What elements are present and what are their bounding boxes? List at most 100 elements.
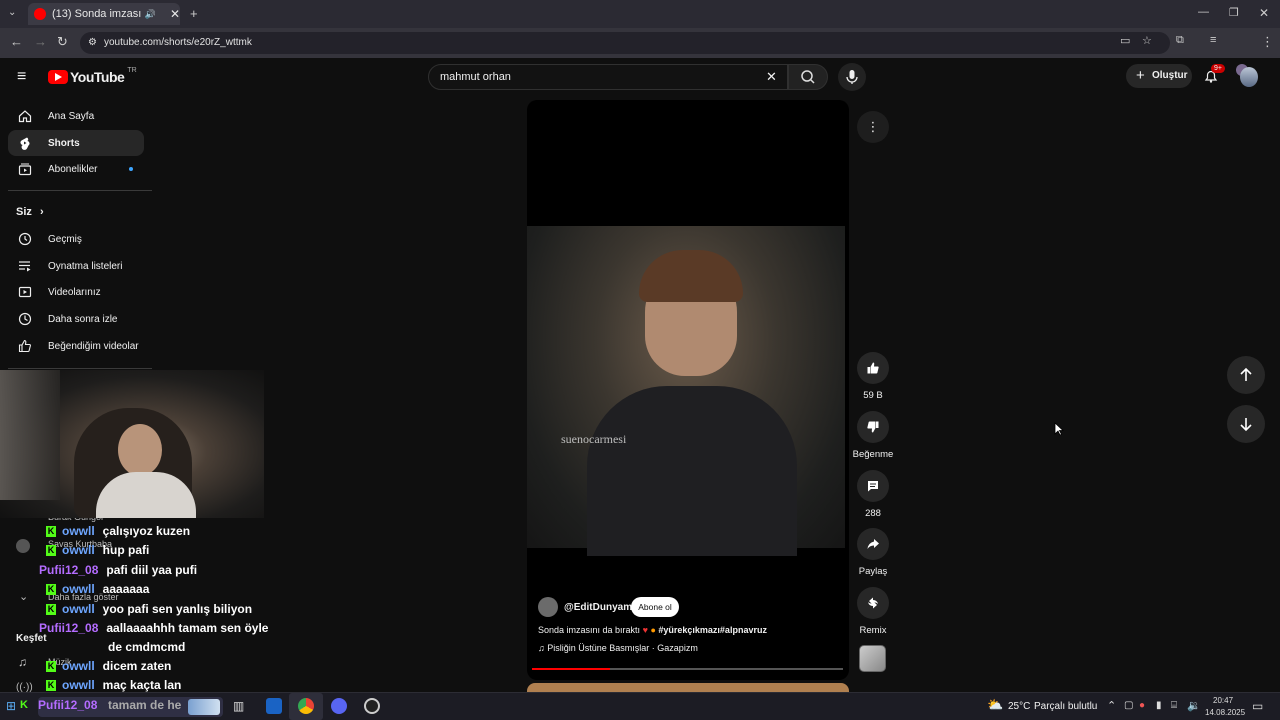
taskbar-search-box[interactable]: Pufii12_08 tamam de he [38, 697, 223, 717]
history-icon [18, 232, 32, 246]
webcam-face [118, 424, 162, 476]
subscribe-button[interactable]: Abone ol [631, 597, 679, 617]
sound-thumbnail[interactable] [859, 645, 886, 672]
sidebar-item-subscriptions[interactable]: Abonelikler [8, 156, 144, 182]
browser-menu-icon[interactable]: ⋮ [1261, 34, 1274, 50]
sidebar-item-playlists[interactable]: Oynatma listeleri [8, 253, 144, 279]
close-window-icon[interactable]: ✕ [1259, 6, 1269, 20]
audio-icon[interactable]: 🔊 [145, 9, 156, 20]
task-view-icon[interactable]: ▥ [233, 699, 244, 713]
windows-start-icon[interactable]: ⊞ [6, 699, 16, 713]
clock-time[interactable]: 20:47 [1213, 696, 1233, 705]
reload-icon[interactable]: ↻ [57, 34, 68, 50]
sidebar-item-shorts[interactable]: Shorts [8, 130, 144, 156]
progress-track[interactable] [532, 668, 843, 670]
sidebar-you-header[interactable]: Siz › [16, 206, 44, 218]
weather-icon: ⛅ [987, 697, 1004, 712]
media-control-icon[interactable]: ≡ [1210, 34, 1216, 46]
tab-search-icon[interactable]: ⌄ [8, 7, 16, 18]
search-input[interactable]: mahmut orhan ✕ [428, 64, 788, 90]
chat-user: owwll [62, 602, 95, 616]
sidebar-item-liked-videos[interactable]: Beğendiğim videolar [8, 333, 144, 359]
outlook-icon[interactable] [266, 698, 282, 714]
hamburger-menu-icon[interactable]: ≡ [17, 68, 26, 86]
like-button[interactable]: 59 B [857, 352, 889, 401]
volume-icon[interactable]: 🔉 [1187, 699, 1201, 712]
next-short-preview[interactable] [527, 683, 849, 692]
microphone-icon[interactable]: ▮ [1156, 700, 1162, 711]
notification-center-icon[interactable]: ▭ [1252, 699, 1263, 713]
notification-badge: 9+ [1211, 64, 1225, 73]
weather-temp[interactable]: 25°C [1008, 701, 1030, 712]
share-button[interactable]: Paylaş [857, 528, 889, 577]
next-short-button[interactable] [1227, 405, 1265, 443]
clear-search-icon[interactable]: ✕ [766, 65, 777, 89]
logo-country: TR [127, 66, 137, 74]
sidebar-item-history[interactable]: Geçmiş [8, 226, 144, 252]
chat-user: Pufii12_08 [38, 698, 98, 712]
watch-later-icon [18, 312, 32, 326]
chat-text: aaaaaaa [102, 582, 150, 596]
notifications-button[interactable]: 9+ [1203, 64, 1225, 84]
tray-app-icon[interactable]: ▢ [1124, 700, 1133, 711]
chat-user: owwll [62, 524, 95, 538]
dislike-button[interactable]: Beğenme [853, 411, 893, 460]
sidebar-item-your-videos[interactable]: Videolarınız [8, 279, 144, 305]
create-button[interactable]: + Oluştur [1126, 64, 1192, 88]
youtube-logo[interactable]: YouTube TR [48, 66, 137, 85]
back-icon[interactable]: ← [10, 34, 23, 49]
short-description: Sonda imzasını da bıraktı ♥ ● #yürekçıkm… [538, 625, 767, 635]
previous-short-button[interactable] [1227, 356, 1265, 394]
weather-text[interactable]: Parçalı bulutlu [1034, 701, 1097, 712]
search-icon [801, 70, 815, 84]
network-icon[interactable]: ⌸ [1171, 700, 1177, 711]
bookmark-icon[interactable]: ☆ [1142, 34, 1152, 47]
obs-icon[interactable] [364, 698, 380, 714]
sound-link[interactable]: ♫ Pisliğin Üstüne Basmışlar · Gazapizm [538, 643, 698, 653]
share-icon [867, 539, 879, 549]
tray-antivirus-icon[interactable]: ● [1139, 700, 1145, 711]
youtube-favicon [34, 8, 46, 20]
chat-text: pafi diil yaa pufi [106, 563, 198, 577]
share-label: Paylaş [858, 566, 888, 577]
voice-search-button[interactable] [838, 63, 866, 91]
arrow-up-icon [1240, 367, 1252, 381]
site-info-icon[interactable]: ⚙ [88, 32, 97, 54]
search-value: mahmut orhan [440, 71, 511, 83]
remix-button[interactable]: Remix [857, 587, 889, 636]
channel-avatar[interactable] [538, 597, 558, 617]
browser-tab[interactable]: (13) Sonda imzasını da bıraktı 🔊 ✕ [28, 3, 180, 25]
chrome-icon[interactable] [298, 698, 314, 714]
kick-badge-icon: K [46, 545, 56, 557]
clock-date[interactable]: 14.08.2025 [1205, 708, 1245, 717]
shorts-player[interactable]: suenocarmesi @EditDunyam. Abone ol Sonda… [527, 100, 849, 680]
chat-message: Kowwll dicem zaten [46, 659, 171, 673]
you-header-label: Siz [16, 206, 32, 218]
url-field[interactable]: ⚙ youtube.com/shorts/e20rZ_wttmk [80, 32, 1170, 54]
extensions-icon[interactable]: ⧉ [1176, 34, 1184, 47]
new-tab-icon[interactable]: + [190, 6, 198, 21]
minimize-icon[interactable]: — [1198, 6, 1209, 18]
chat-user: Pufii12_08 [39, 621, 99, 635]
more-options-icon[interactable]: ⋮ [857, 111, 889, 143]
hashtag-links[interactable]: #yürekçıkmazı#alpnavruz [658, 625, 767, 635]
forward-icon[interactable]: → [34, 34, 47, 49]
search-button[interactable] [788, 64, 828, 90]
sidebar-item-home[interactable]: Ana Sayfa [8, 103, 144, 129]
account-avatar[interactable] [1240, 67, 1258, 87]
kick-badge-icon: K [46, 526, 56, 538]
channel-avatar [16, 539, 30, 553]
close-tab-icon[interactable]: ✕ [170, 7, 180, 21]
chat-user: Pufii12_08 [39, 563, 99, 577]
restore-icon[interactable]: ❐ [1229, 6, 1239, 19]
microphone-icon [846, 70, 858, 84]
install-app-icon[interactable]: ▭ [1120, 34, 1130, 47]
comments-button[interactable]: 288 [857, 470, 889, 519]
sidebar-item-watch-later[interactable]: Daha sonra izle [8, 306, 144, 332]
tray-chevron-icon[interactable]: ⌃ [1107, 699, 1116, 712]
chat-user: owwll [62, 543, 95, 557]
chat-text: de cmdmcmd [108, 640, 186, 654]
chat-user: owwll [62, 582, 95, 596]
discord-icon[interactable] [331, 698, 347, 714]
channel-name[interactable]: @EditDunyam. [564, 602, 635, 613]
